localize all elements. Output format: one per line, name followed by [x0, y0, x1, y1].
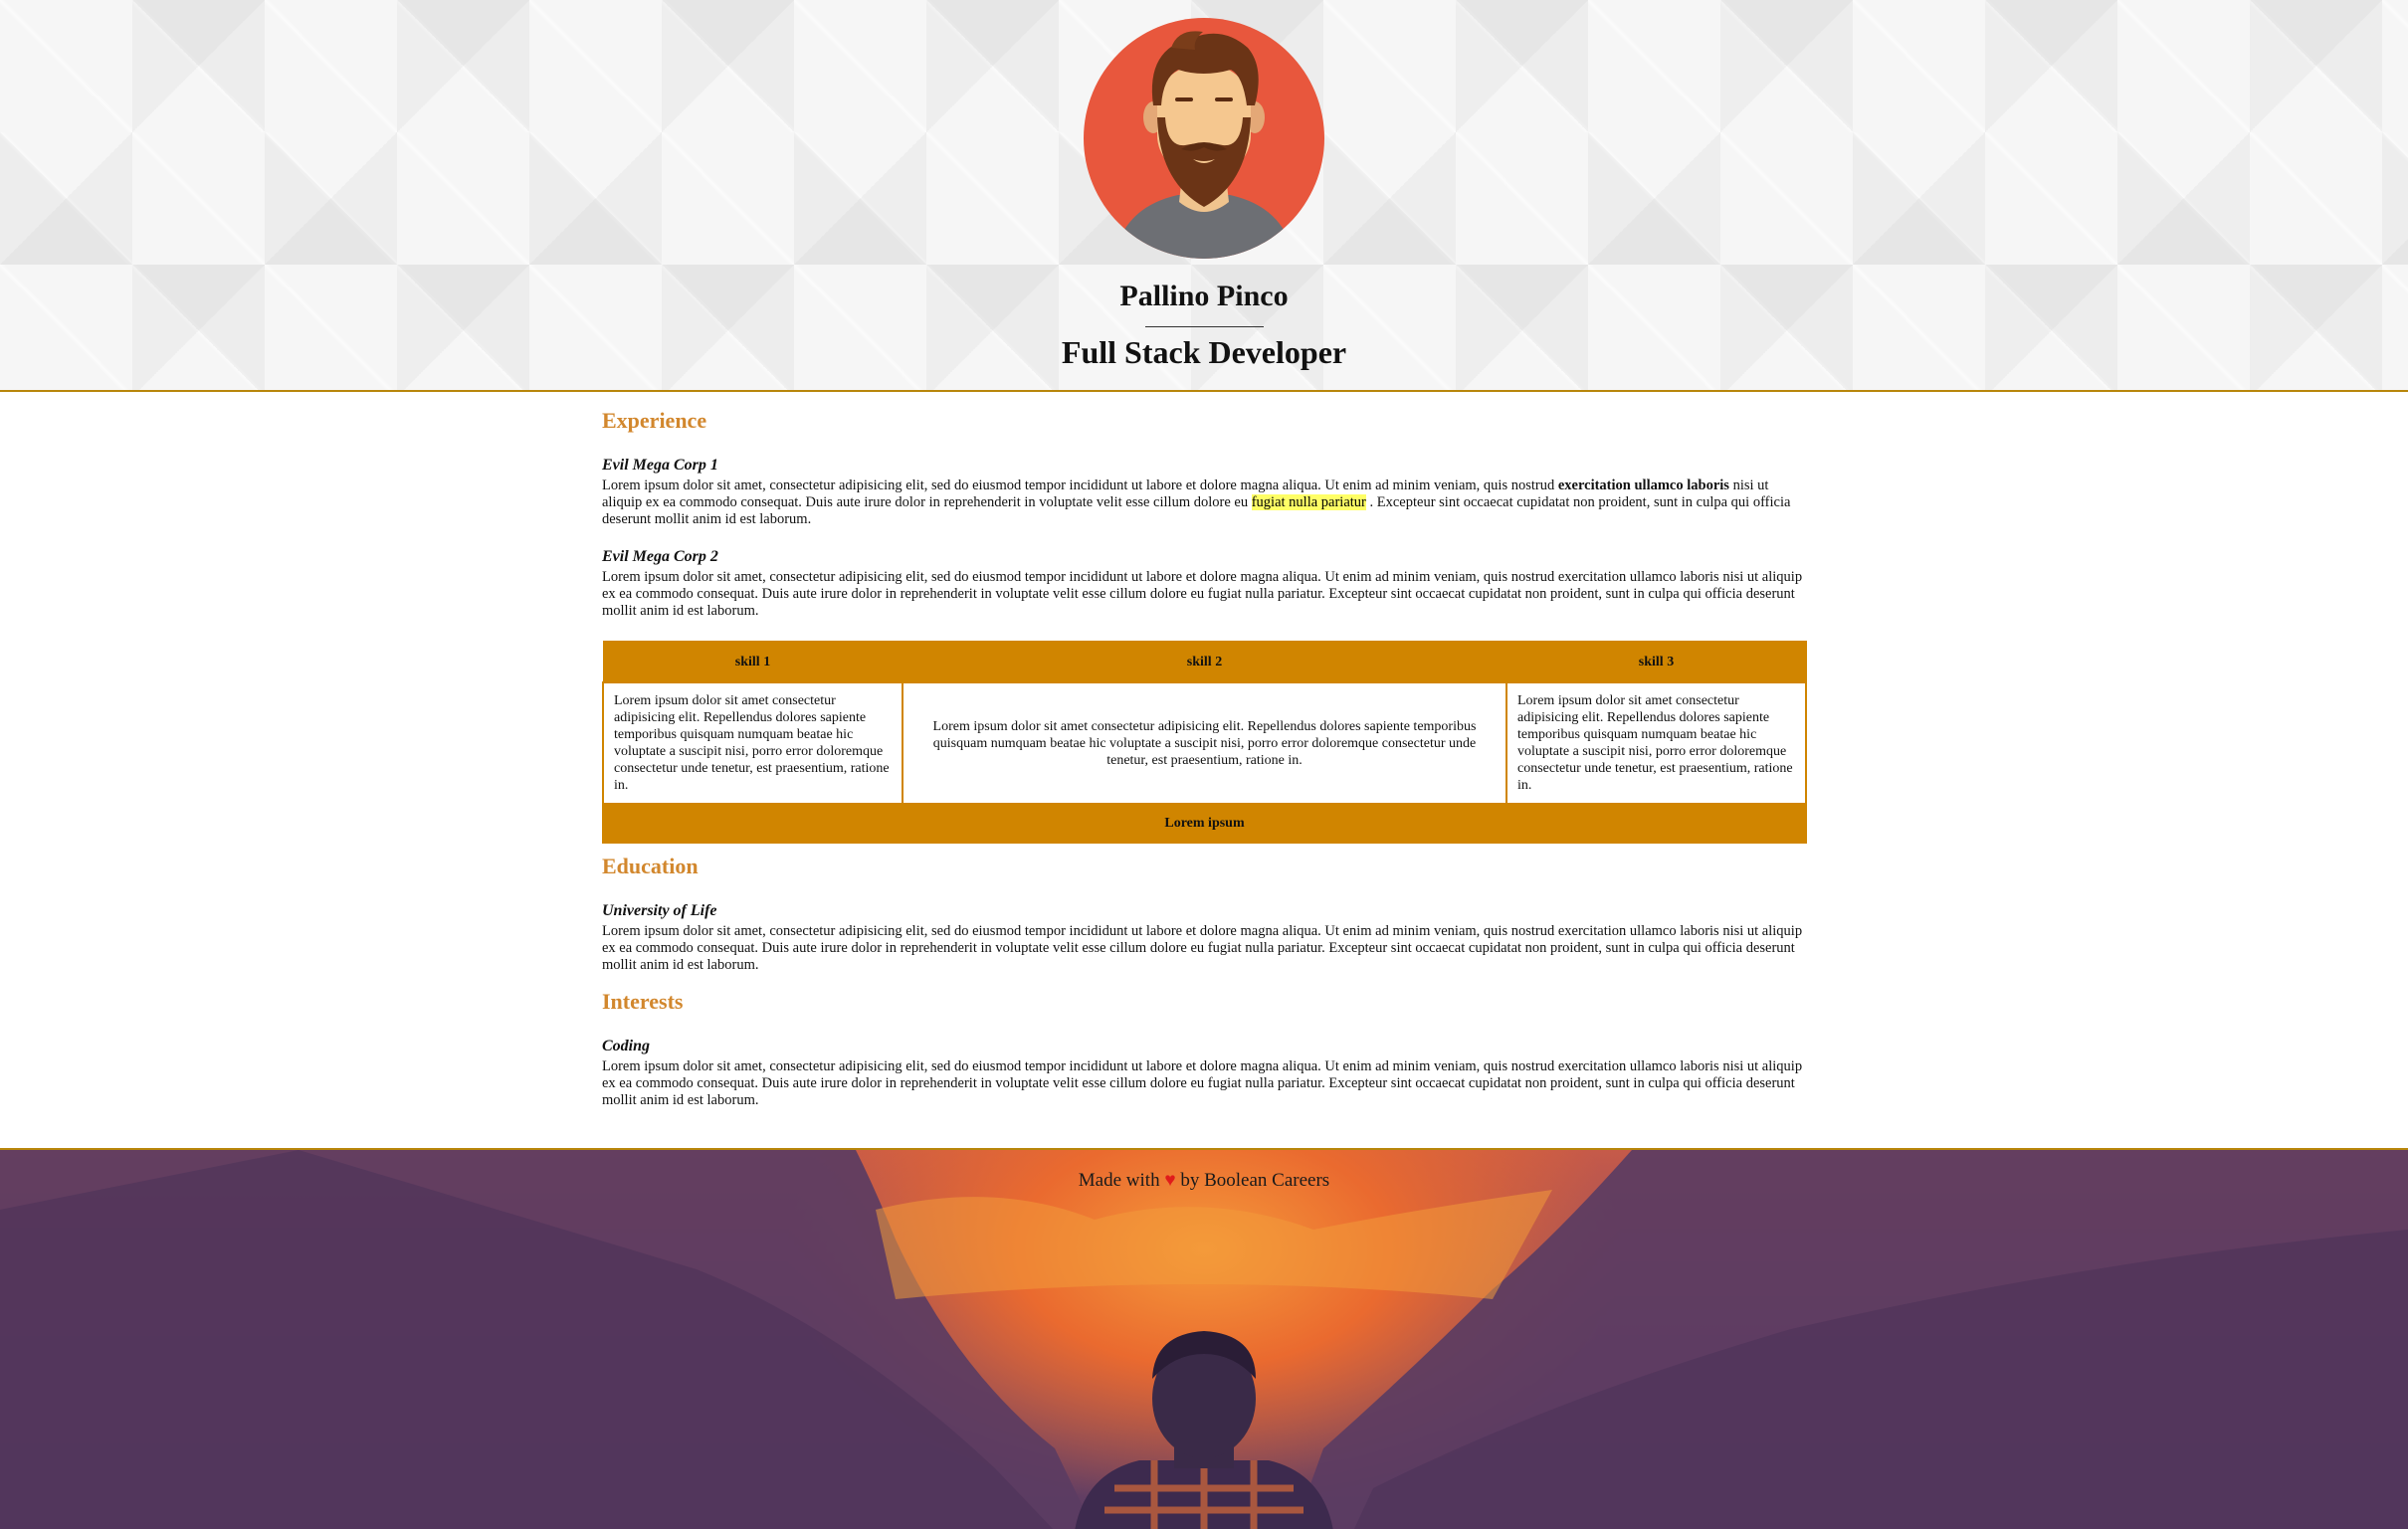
skills-header-cell: skill 3 — [1505, 641, 1807, 683]
profile-header: Pallino Pinco Full Stack Developer — [0, 0, 2408, 392]
skills-cell: Lorem ipsum dolor sit amet consectetur a… — [1505, 681, 1807, 805]
skills-cell: Lorem ipsum dolor sit amet consectetur a… — [902, 681, 1507, 805]
experience-entry-text: Lorem ipsum dolor sit amet, consectetur … — [602, 478, 1807, 528]
highlighted-text: fugiat nulla pariatur — [1251, 494, 1366, 510]
footer-prefix: Made with — [1078, 1170, 1160, 1191]
footer-credit: Made with ♥ by Boolean Careers — [0, 1170, 2408, 1192]
text-segment: Lorem ipsum dolor sit amet, consectetur … — [602, 478, 1558, 493]
experience-entry-title: Evil Mega Corp 1 — [602, 457, 718, 474]
education-entry-text: Lorem ipsum dolor sit amet, consectetur … — [602, 923, 1803, 973]
interests-entry-text: Lorem ipsum dolor sit amet, consectetur … — [602, 1058, 1803, 1108]
footer-suffix: by Boolean Careers — [1180, 1170, 1330, 1191]
skills-table: skill 1 skill 2 skill 3 Lorem ipsum dolo… — [602, 641, 1807, 844]
experience-entry-text: Lorem ipsum dolor sit amet, consectetur … — [602, 569, 1803, 619]
name-divider — [1145, 326, 1264, 327]
bold-text: exercitation ullamco laboris — [1557, 478, 1729, 493]
education-heading: Education — [602, 854, 699, 878]
interests-entry-title: Coding — [602, 1038, 651, 1054]
heart-icon: ♥ — [1164, 1170, 1176, 1191]
avatar — [1084, 18, 1324, 259]
skills-cell: Lorem ipsum dolor sit amet consectetur a… — [602, 681, 903, 805]
skills-header-cell: skill 1 — [602, 641, 903, 683]
experience-entry-title: Evil Mega Corp 2 — [602, 548, 718, 565]
interests-heading: Interests — [602, 989, 684, 1014]
footer-background-image — [0, 1150, 2408, 1529]
page-footer: Made with ♥ by Boolean Careers — [0, 1148, 2408, 1529]
experience-heading: Experience — [602, 408, 707, 433]
skills-footer-cell: Lorem ipsum — [602, 803, 1807, 844]
skills-header-cell: skill 2 — [902, 641, 1507, 683]
education-entry-title: University of Life — [602, 902, 717, 919]
profile-name: Pallino Pinco — [1119, 280, 1289, 312]
profile-role: Full Stack Developer — [1061, 334, 1347, 370]
person-silhouette — [1075, 1331, 1333, 1529]
